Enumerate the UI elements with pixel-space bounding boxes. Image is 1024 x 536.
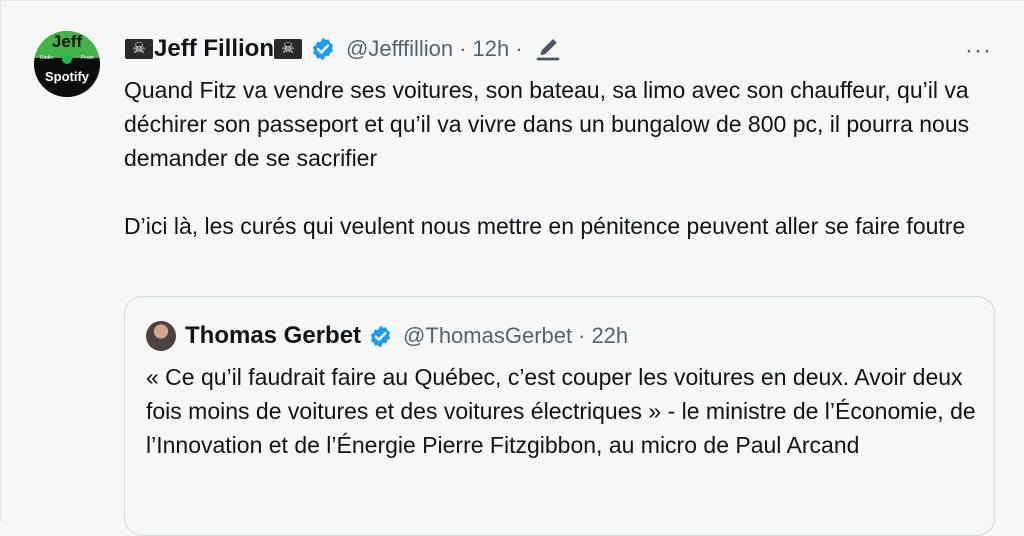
avatar-pirate-text: Pirate: [80, 55, 94, 61]
quoted-tweet-time[interactable]: 22h: [591, 323, 628, 349]
quoted-tweet[interactable]: Thomas Gerbet @ThomasGerbet · 22h « Ce q…: [124, 296, 995, 536]
spotify-logo-icon: [62, 54, 72, 64]
verified-badge-icon: [313, 37, 333, 61]
quoted-author-avatar[interactable]: [146, 321, 176, 351]
author-handle[interactable]: @Jefffillion: [346, 36, 453, 62]
avatar-spotify-text: Spotify: [44, 69, 90, 84]
more-icon[interactable]: ···: [965, 37, 992, 65]
pirate-flag-icon: ☠: [274, 39, 302, 59]
quoted-tweet-header: Thomas Gerbet @ThomasGerbet · 22h: [146, 321, 628, 351]
tweet-paragraph: Quand Fitz va vendre ses voitures, son b…: [124, 77, 970, 171]
quoted-tweet-text: « Ce qu’il faudrait faire au Québec, c’e…: [146, 364, 976, 458]
separator-dot: ·: [515, 36, 523, 61]
pirate-flag-icon: ☠: [125, 39, 153, 59]
avatar-jeff-text: Jeff: [51, 32, 83, 51]
separator-dot: ·: [459, 36, 467, 61]
edit-pencil-icon[interactable]: [533, 34, 563, 64]
tweet-text: Quand Fitz va vendre ses voitures, son b…: [124, 73, 1004, 243]
separator-dot: ·: [578, 323, 586, 348]
avatar-radio-text: Radio: [40, 55, 54, 61]
quoted-author-name[interactable]: Thomas Gerbet: [185, 322, 361, 350]
author-avatar[interactable]: Jeff Radio Pirate Spotify: [34, 31, 100, 97]
tweet-header: ☠ Jeff Fillion ☠ @Jefffillion · 12h ·: [125, 34, 563, 64]
tweet-paragraph: D’ici là, les curés qui veulent nous met…: [124, 213, 966, 239]
tweet-time[interactable]: 12h: [472, 36, 509, 62]
tweet[interactable]: Jeff Radio Pirate Spotify ☠ Jeff Fillion…: [0, 0, 1024, 536]
verified-badge-icon: [370, 325, 391, 347]
author-name[interactable]: Jeff Fillion: [154, 35, 274, 63]
quoted-author-handle[interactable]: @ThomasGerbet: [403, 323, 572, 349]
